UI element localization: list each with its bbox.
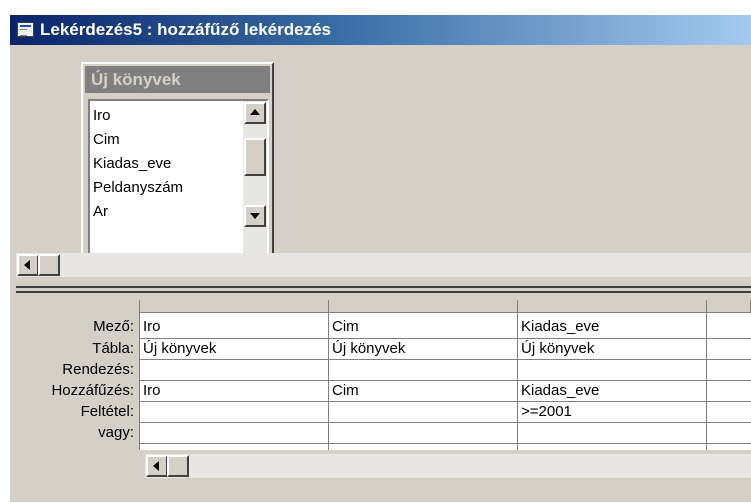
grid-cell-field[interactable]: Iro: [143, 318, 161, 335]
column-selector[interactable]: [329, 300, 518, 313]
column-selector[interactable]: [707, 300, 751, 313]
table-pane-scrollbar[interactable]: [16, 253, 751, 277]
field-item[interactable]: Ar: [93, 203, 108, 220]
field-item[interactable]: Cim: [93, 131, 120, 148]
grid-cell-criteria[interactable]: >=2001: [521, 403, 572, 420]
grid-line: [328, 300, 329, 450]
grid-line: [139, 422, 751, 423]
arrow-left-icon: [24, 260, 30, 270]
query-design-grid[interactable]: Iro Cim Kiadas_eve Új könyvek Új könyvek…: [139, 300, 751, 450]
design-grid-area: Mező: Tábla: Rendezés: Hozzáfűzés: Felté…: [10, 300, 751, 503]
grid-line: [139, 359, 751, 360]
scroll-thumb[interactable]: [38, 254, 60, 276]
scroll-left-button[interactable]: [17, 254, 39, 276]
grid-line: [517, 300, 518, 450]
field-list-scrollbar[interactable]: [243, 101, 267, 256]
grid-cell-append[interactable]: Kiadas_eve: [521, 382, 599, 399]
grid-line: [706, 300, 707, 450]
row-label-field: Mező:: [93, 318, 134, 335]
grid-line: [139, 401, 751, 402]
row-label-or: vagy:: [98, 424, 134, 441]
table-pane: Új könyvek Iro Cim Kiadas_eve Peldanyszá…: [10, 45, 751, 292]
arrow-down-icon: [250, 213, 260, 219]
row-label-sort: Rendezés:: [62, 361, 134, 378]
field-item[interactable]: Iro: [93, 107, 111, 124]
grid-cell-table[interactable]: Új könyvek: [332, 340, 405, 357]
grid-cell-table[interactable]: Új könyvek: [521, 340, 594, 357]
grid-line: [139, 338, 751, 339]
scroll-up-button[interactable]: [244, 102, 266, 124]
table-name[interactable]: Új könyvek: [85, 66, 270, 93]
column-selector[interactable]: [518, 300, 707, 313]
row-label-criteria: Feltétel:: [80, 403, 134, 420]
grid-cell-field[interactable]: Kiadas_eve: [521, 318, 599, 335]
pane-splitter[interactable]: [16, 286, 751, 293]
grid-cell-field[interactable]: Cim: [332, 318, 359, 335]
row-label-append: Hozzáfűzés:: [51, 382, 134, 399]
title-bar[interactable]: Lekérdezés5 : hozzáfűző lekérdezés: [10, 15, 751, 45]
scroll-thumb[interactable]: [167, 455, 189, 477]
query-window: Lekérdezés5 : hozzáfűző lekérdezés Új kö…: [9, 14, 751, 502]
scroll-down-button[interactable]: [244, 205, 266, 227]
grid-scrollbar[interactable]: [145, 454, 751, 478]
grid-line: [139, 380, 751, 381]
arrow-left-icon: [153, 461, 159, 471]
grid-cell-append[interactable]: Cim: [332, 382, 359, 399]
column-selector[interactable]: [139, 300, 329, 313]
grid-cell-append[interactable]: Iro: [143, 382, 161, 399]
table-field-list[interactable]: Új könyvek Iro Cim Kiadas_eve Peldanyszá…: [81, 62, 274, 265]
query-icon: [17, 22, 34, 37]
grid-cell-table[interactable]: Új könyvek: [143, 340, 216, 357]
window-title: Lekérdezés5 : hozzáfűző lekérdezés: [40, 20, 332, 39]
arrow-up-icon: [250, 109, 260, 115]
grid-line: [139, 443, 751, 444]
scroll-left-button[interactable]: [146, 455, 168, 477]
scroll-thumb[interactable]: [244, 138, 266, 176]
field-item[interactable]: Peldanyszám: [93, 179, 183, 196]
grid-line: [139, 300, 140, 450]
field-list[interactable]: Iro Cim Kiadas_eve Peldanyszám Ar: [88, 99, 269, 258]
row-label-table: Tábla:: [92, 340, 134, 357]
field-item[interactable]: Kiadas_eve: [93, 155, 171, 172]
